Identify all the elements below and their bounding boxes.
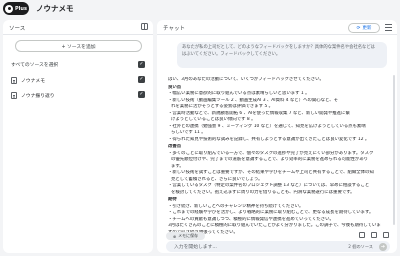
document-icon (11, 91, 17, 99)
chat-panel-title: チャット (163, 26, 185, 32)
answer-line: 3月はたくさんのことに積極的に取り組んでいたことがよく分かりました。この調子で、… (168, 223, 381, 228)
save-note-label: メモに保存 (178, 233, 199, 238)
chat-input[interactable]: 入力を開始します... 2 個のソース ➔ (166, 241, 390, 252)
tune-icon[interactable] (385, 24, 392, 31)
query-line: はぶいてください。フィードバックしてください。 (182, 51, 281, 57)
user-query-bubble: あなたが私の上司だとして、どのようなフィードバックをしますか？具体的な案件名や会… (177, 42, 387, 68)
thumbs-up-icon[interactable] (371, 232, 377, 238)
answer-line: ・得られた知見や技術的な試みを記録し、共有しようとする意識が出てきたことは良い変… (168, 136, 370, 142)
source-item-2[interactable]: ノウナ振り返り (11, 90, 55, 100)
send-button[interactable]: ➔ (379, 242, 387, 251)
chat-scrollbar[interactable] (393, 75, 395, 225)
source-checkbox-2[interactable]: ✓ (138, 91, 145, 98)
answer-line: ・新しい技術を試すことは重要ですが、その結果や学びをチームや上司と共有することで… (168, 170, 374, 175)
answer-line: の優先順位付けや、完了までの道筋を意識することで、より効率的に業務を進められる可… (171, 157, 369, 162)
sources-panel-title: ソース (9, 26, 26, 32)
refresh-button[interactable]: ⟳ 更新 (348, 23, 380, 33)
chat-panel: チャット ⟳ 更新 あなたが私の上司だとして、どのようなフィードバックをしますか… (157, 20, 397, 253)
answer-line: を検討してください。抱え込まずに周りの力を借りることも、円滑な業務遂行には重要で… (171, 189, 355, 195)
notebook-title[interactable]: ノウナメモ (36, 3, 74, 14)
answer-line: ・これまでの経験や学びを活かし、より戦略的に業務に取り組むことで、更なる成長を期… (168, 210, 374, 215)
answer-line: はい、3月のあなたの活動について、いくつかフィードバックさせてください。 (168, 77, 324, 82)
chat-input-placeholder: 入力を開始します... (174, 245, 217, 250)
source-count: 2 個のソース (348, 243, 373, 249)
collapse-panel-icon[interactable] (141, 23, 148, 30)
sources-panel: ソース + ソースを追加 すべてのソースを選択 ✓ ノウナメモ ✓ ノウナ振り返… (3, 20, 153, 253)
pin-icon: ⊕ (172, 233, 177, 239)
add-source-button[interactable]: + ソースを追加 (15, 40, 142, 52)
query-line: あなたが私の上司だとして、どのようなフィードバックをしますか？具体的な案件名や会… (182, 45, 375, 50)
document-icon (11, 76, 17, 84)
save-to-note-button[interactable]: ⊕ メモに保存 (166, 232, 205, 240)
sources-divider (3, 34, 153, 35)
copy-icon[interactable] (359, 232, 365, 238)
source-item-label: ノウナメモ (21, 78, 45, 84)
app-logo[interactable]: Plus (3, 2, 29, 15)
answer-line: ・営業しているタスク（特定の案件名のプロジェクト調整 13 など）については、早… (168, 183, 370, 188)
assistant-answer: はい、3月のあなたの活動について、いくつかフィードバックさせてください。 良い点・… (168, 77, 392, 236)
chat-divider (157, 34, 397, 35)
source-item-1[interactable]: ノウナメモ (11, 75, 45, 85)
select-all-label: すべてのソースを選択 (11, 63, 59, 68)
source-item-label: ノウナ振り返り (21, 93, 55, 99)
refresh-icon: ⟳ (356, 25, 361, 31)
thumbs-down-icon[interactable] (383, 232, 389, 238)
source-checkbox-1[interactable]: ✓ (138, 76, 145, 83)
plus-badge: Plus (15, 5, 27, 12)
logo-icon (5, 4, 13, 13)
app-header: Plus ノウナメモ (0, 0, 400, 18)
select-all-checkbox[interactable]: ✓ (138, 61, 145, 68)
refresh-label: 更新 (362, 26, 372, 31)
answer-actions (359, 232, 389, 238)
